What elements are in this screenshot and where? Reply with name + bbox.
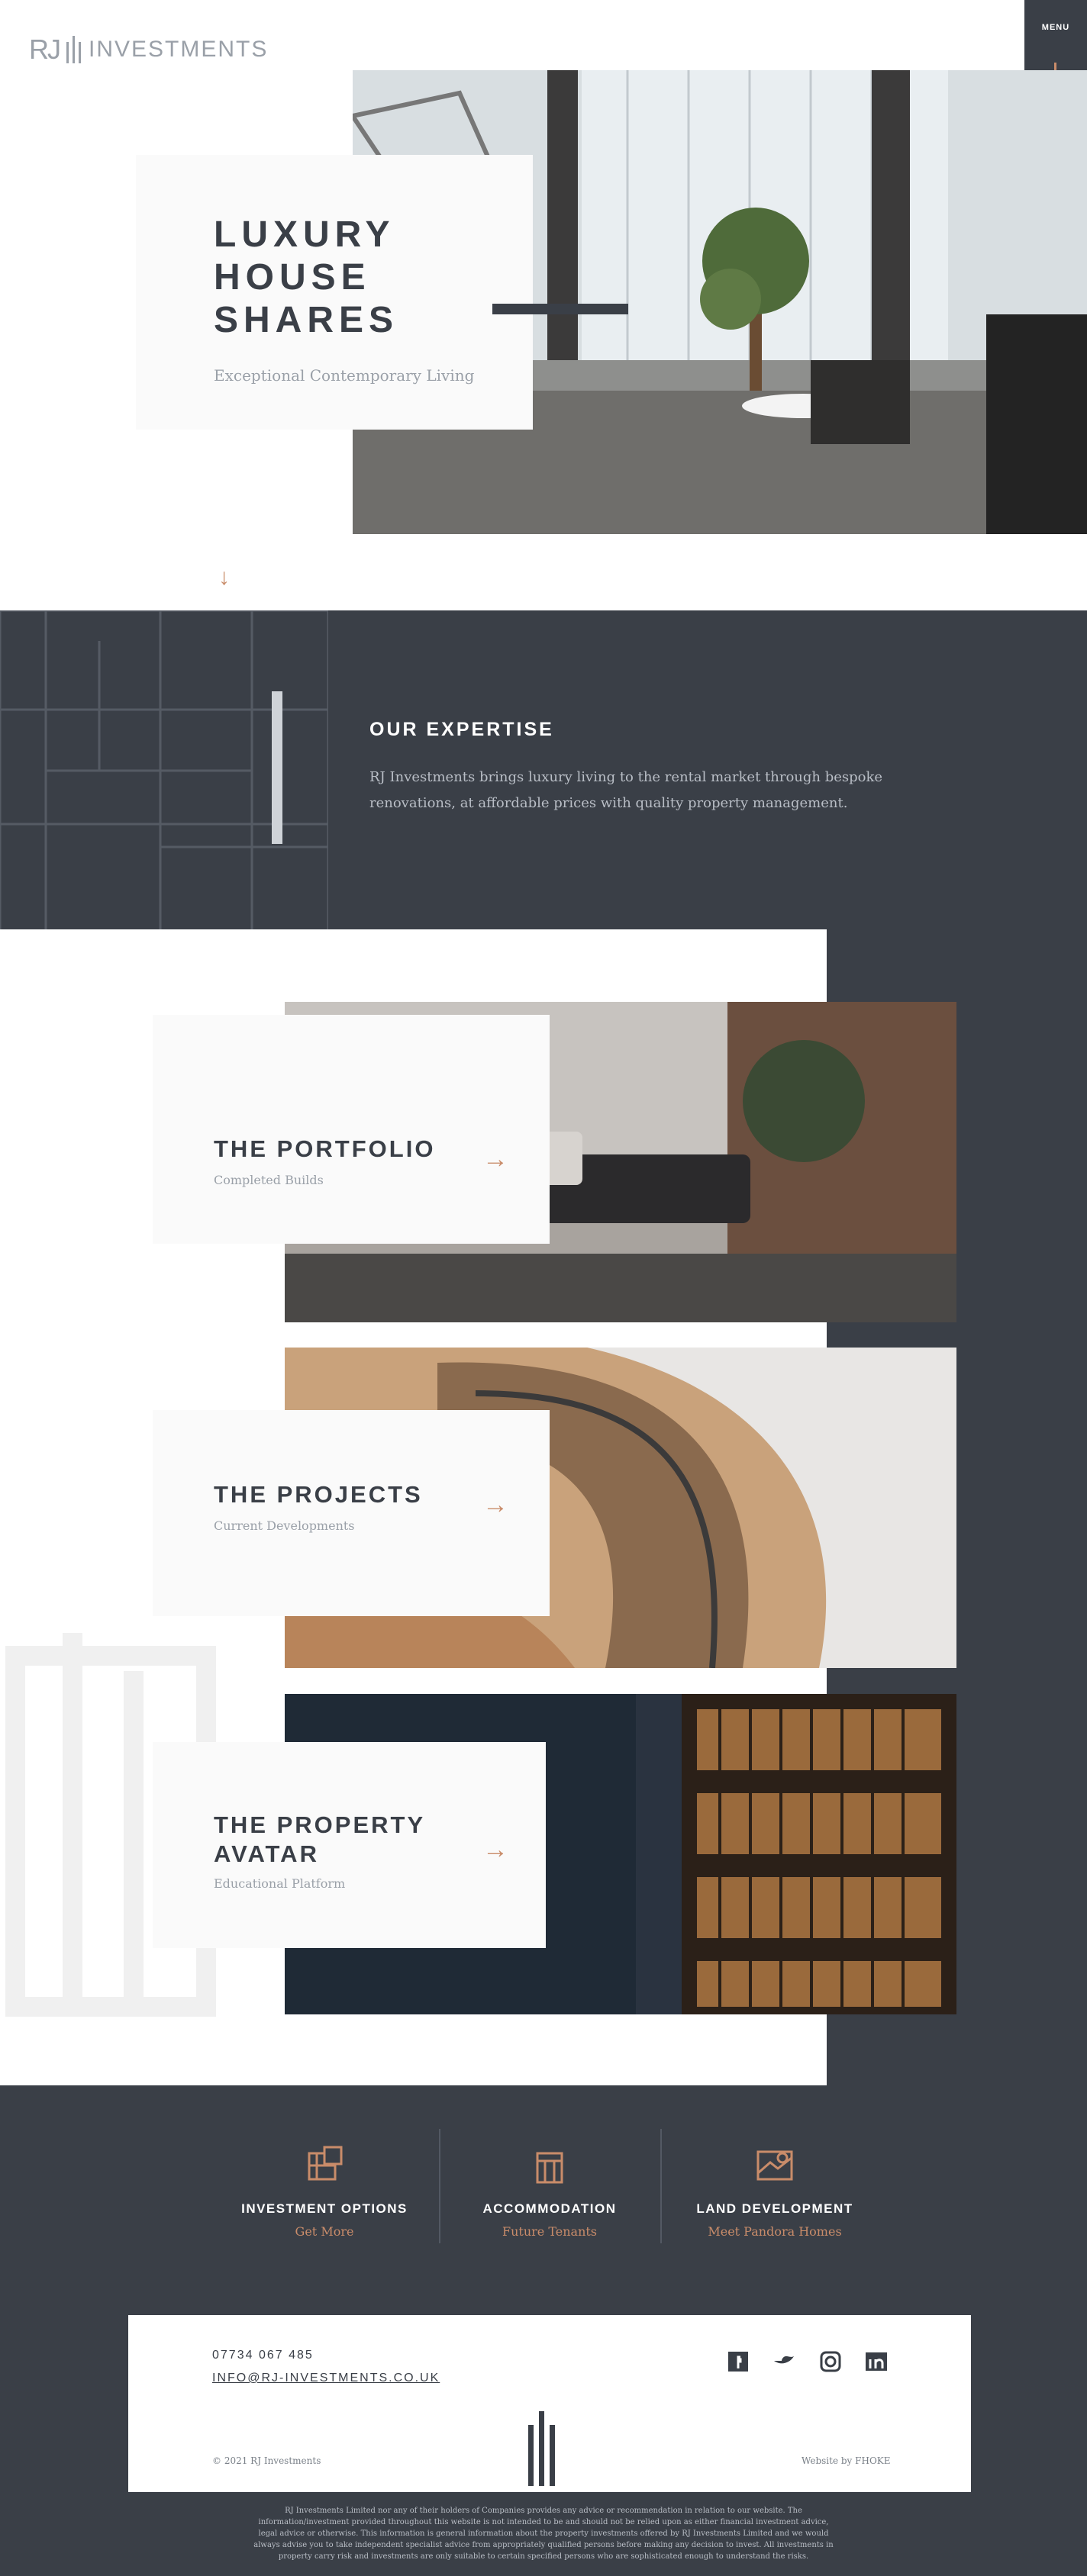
service-land-development[interactable]: LAND DEVELOPMENT Meet Pandora Homes (672, 2143, 878, 2239)
hero-accent-bar (492, 304, 628, 314)
footer-phone[interactable]: 07734 067 485 (212, 2349, 314, 2362)
divider (660, 2129, 662, 2243)
avatar-title: THE PROPERTY AVATAR (214, 1811, 425, 1869)
service-investment[interactable]: INVESTMENT OPTIONS Get More (191, 2143, 458, 2239)
logo-mark: RJ (29, 34, 61, 65)
portfolio-title: THE PORTFOLIO (214, 1135, 436, 1162)
avatar-subtitle: Educational Platform (214, 1876, 346, 1891)
building-icon (536, 2152, 563, 2184)
service-link[interactable]: Future Tenants (458, 2224, 641, 2239)
hero-subtitle: Exceptional Contemporary Living (214, 366, 475, 385)
investment-icon (308, 2146, 343, 2181)
portfolio-card[interactable] (153, 1015, 550, 1244)
expertise-title: OUR EXPERTISE (369, 719, 554, 740)
service-title: LAND DEVELOPMENT (696, 2201, 853, 2216)
down-arrow-icon[interactable]: ↓ (218, 565, 230, 591)
hero-title-line: SHARES (214, 300, 399, 340)
projects-title: THE PROJECTS (214, 1481, 423, 1508)
avatar-title-line: THE PROPERTY (214, 1811, 426, 1838)
right-arrow-icon[interactable]: → (482, 1835, 508, 1865)
footer-copyright: © 2021 RJ Investments (212, 2455, 321, 2466)
portfolio-subtitle: Completed Builds (214, 1173, 324, 1187)
footer-disclaimer: RJ Investments Limited nor any of their … (253, 2507, 834, 2561)
hero-title-line: HOUSE (214, 257, 371, 298)
linkedin-icon[interactable] (861, 2350, 892, 2373)
projects-subtitle: Current Developments (214, 1518, 355, 1533)
service-link[interactable]: Get More (191, 2224, 458, 2239)
service-title: INVESTMENT OPTIONS (241, 2201, 408, 2216)
blueprint-pattern (0, 610, 328, 931)
service-link[interactable]: Meet Pandora Homes (672, 2224, 878, 2239)
logo-bars-icon (66, 36, 81, 63)
twitter-icon[interactable] (769, 2350, 800, 2373)
avatar-title-line: AVATAR (214, 1840, 319, 1867)
instagram-icon[interactable] (815, 2350, 846, 2373)
hero-title-line: LUXURY (214, 214, 395, 255)
logo-wordmark: INVESTMENTS (89, 37, 269, 62)
menu-label: MENU (1041, 23, 1070, 32)
right-arrow-icon[interactable]: → (482, 1490, 508, 1520)
hero-title: LUXURY HOUSE SHARES (214, 214, 534, 342)
footer-email[interactable]: INFO@RJ-INVESTMENTS.CO.UK (212, 2372, 440, 2385)
building-bars-icon (528, 2411, 555, 2486)
service-title: ACCOMMODATION (482, 2201, 617, 2216)
land-map-icon (756, 2150, 793, 2181)
facebook-icon[interactable] (724, 2350, 754, 2373)
footer-credit[interactable]: Website by FHOKE (802, 2455, 891, 2466)
divider (439, 2129, 440, 2243)
right-arrow-icon[interactable]: → (482, 1145, 508, 1174)
site-logo[interactable]: RJ INVESTMENTS (29, 31, 268, 69)
service-accommodation[interactable]: ACCOMMODATION Future Tenants (458, 2143, 641, 2239)
expertise-body: RJ Investments brings luxury living to t… (369, 769, 883, 811)
